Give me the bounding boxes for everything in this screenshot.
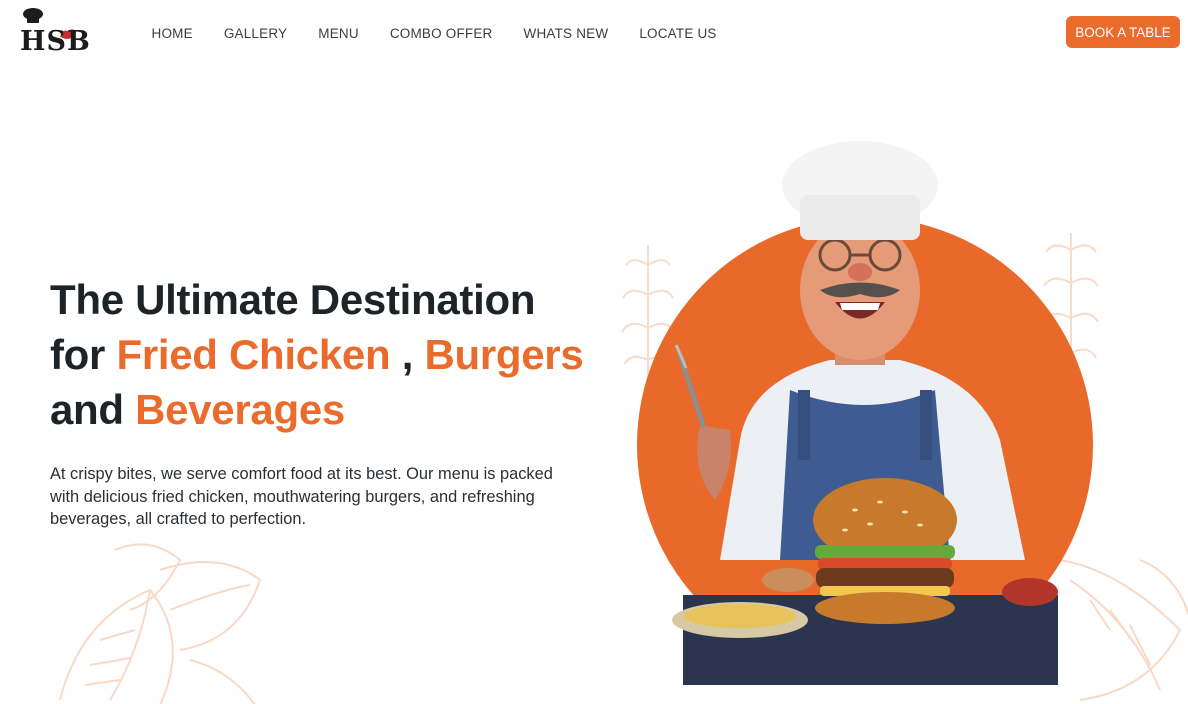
nav-gallery[interactable]: GALLERY bbox=[208, 26, 302, 41]
hero-title-for: for bbox=[50, 331, 106, 378]
navbar: HSB HOME GALLERY MENU COMBO OFFER WHATS … bbox=[0, 0, 1188, 66]
nav-menu[interactable]: MENU bbox=[303, 26, 375, 41]
main-nav: HOME GALLERY MENU COMBO OFFER WHATS NEW … bbox=[136, 0, 732, 66]
nav-combo-offer[interactable]: COMBO OFFER bbox=[374, 26, 508, 41]
nav-locate-us[interactable]: LOCATE US bbox=[624, 26, 732, 41]
chef-with-burger-illustration bbox=[637, 141, 1093, 685]
hero-title-line1: The Ultimate Destination bbox=[50, 276, 536, 323]
hero-title-and: and bbox=[50, 386, 124, 433]
logo-text: HSB bbox=[20, 26, 91, 57]
hero-title: The Ultimate Destination for Fried Chick… bbox=[50, 272, 610, 437]
hero-title-burgers: Burgers bbox=[424, 331, 584, 378]
hero-title-comma: , bbox=[401, 331, 414, 378]
brand-logo[interactable]: HSB bbox=[20, 7, 110, 55]
nav-home[interactable]: HOME bbox=[136, 26, 208, 41]
book-a-table-button[interactable]: BOOK A TABLE bbox=[1066, 16, 1180, 48]
nav-whats-new[interactable]: WHATS NEW bbox=[508, 26, 624, 41]
hero-title-beverages: Beverages bbox=[135, 386, 345, 433]
hero-title-fried-chicken: Fried Chicken bbox=[116, 331, 391, 378]
hero-description: At crispy bites, we serve comfort food a… bbox=[50, 465, 553, 528]
leaf-decor-icon bbox=[59, 543, 262, 704]
chef-hat-icon bbox=[23, 8, 43, 23]
